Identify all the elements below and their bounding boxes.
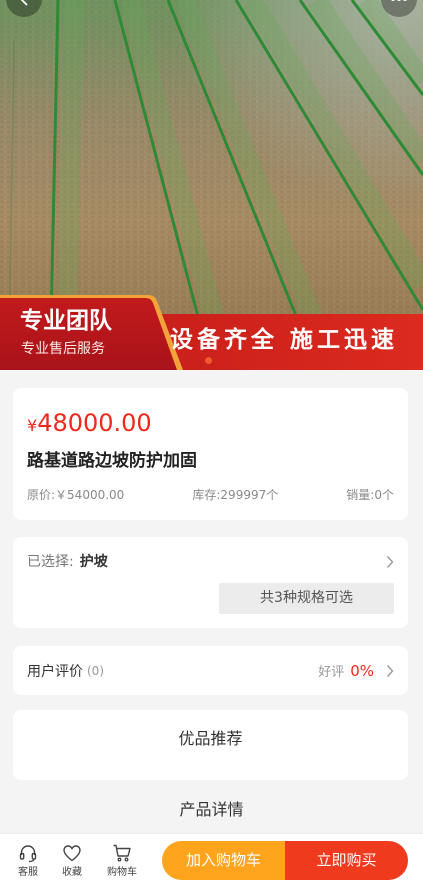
user-reviews-row[interactable]: 用户评价 (0) 好评 0% bbox=[13, 646, 408, 695]
more-dots-icon bbox=[391, 0, 407, 1]
price-value: 48000.00 bbox=[37, 409, 152, 437]
heart-icon bbox=[63, 845, 81, 862]
spec-label: 已选择: bbox=[27, 554, 74, 570]
banner-slogan: 设备齐全 施工迅速 bbox=[170, 327, 399, 353]
reviews-label: 用户评价 bbox=[27, 663, 83, 680]
product-detail-page: 专业团队 专业售后服务 设备齐全 施工迅速 ¥48000.00 路基道路边坡防护… bbox=[0, 0, 423, 883]
chevron-right-icon bbox=[386, 664, 394, 677]
bottom-action-bar: 客服 收藏 购物车 加入购物车 立即购买 bbox=[0, 833, 423, 883]
customer-service-button[interactable]: 客服 bbox=[8, 834, 48, 883]
original-price: 原价:￥54000.00 bbox=[27, 488, 125, 502]
carousel-indicator-dot[interactable] bbox=[205, 357, 212, 364]
spec-selection-card: 已选择: 护坡 共3种规格可选 bbox=[13, 537, 408, 628]
add-to-cart-button[interactable]: 加入购物车 bbox=[162, 841, 285, 880]
chevron-right-icon bbox=[386, 556, 394, 568]
recommend-section: 优品推荐 bbox=[13, 710, 408, 780]
recommend-title: 优品推荐 bbox=[178, 729, 243, 748]
spec-options-button[interactable]: 共3种规格可选 bbox=[219, 583, 394, 614]
positive-rate: 0% bbox=[350, 661, 374, 680]
customer-service-label: 客服 bbox=[18, 867, 38, 878]
price: ¥48000.00 bbox=[27, 408, 394, 438]
stock-count: 库存:299997个 bbox=[192, 488, 279, 502]
cart-icon bbox=[113, 844, 131, 862]
product-details-title: 产品详情 bbox=[179, 800, 244, 819]
cart-button[interactable]: 购物车 bbox=[100, 834, 144, 883]
chevron-left-icon bbox=[20, 0, 28, 6]
favorite-button[interactable]: 收藏 bbox=[52, 834, 92, 883]
purchase-buttons: 加入购物车 立即购买 bbox=[162, 841, 408, 880]
cart-label: 购物车 bbox=[107, 867, 137, 878]
sales-count: 销量:0个 bbox=[346, 488, 394, 502]
favorite-label: 收藏 bbox=[62, 867, 82, 878]
banner-left-subtitle: 专业售后服务 bbox=[21, 341, 105, 357]
product-image-carousel[interactable]: 专业团队 专业售后服务 设备齐全 施工迅速 bbox=[0, 0, 423, 370]
positive-label: 好评 bbox=[318, 665, 345, 680]
positive-rate-group: 好评 0% bbox=[318, 661, 394, 680]
headset-icon bbox=[19, 845, 37, 863]
product-meta-row: 原价:￥54000.00 库存:299997个 销量:0个 bbox=[27, 486, 394, 504]
reviews-count: (0) bbox=[87, 663, 104, 678]
buy-now-button[interactable]: 立即购买 bbox=[285, 841, 408, 880]
product-info-card: ¥48000.00 路基道路边坡防护加固 原价:￥54000.00 库存:299… bbox=[13, 388, 408, 520]
product-title: 路基道路边坡防护加固 bbox=[27, 451, 197, 471]
banner-left-title: 专业团队 bbox=[20, 308, 112, 334]
price-currency: ¥ bbox=[27, 416, 38, 435]
spec-selected-value: 护坡 bbox=[79, 554, 108, 570]
spec-selected-row[interactable]: 已选择: 护坡 bbox=[27, 553, 394, 571]
